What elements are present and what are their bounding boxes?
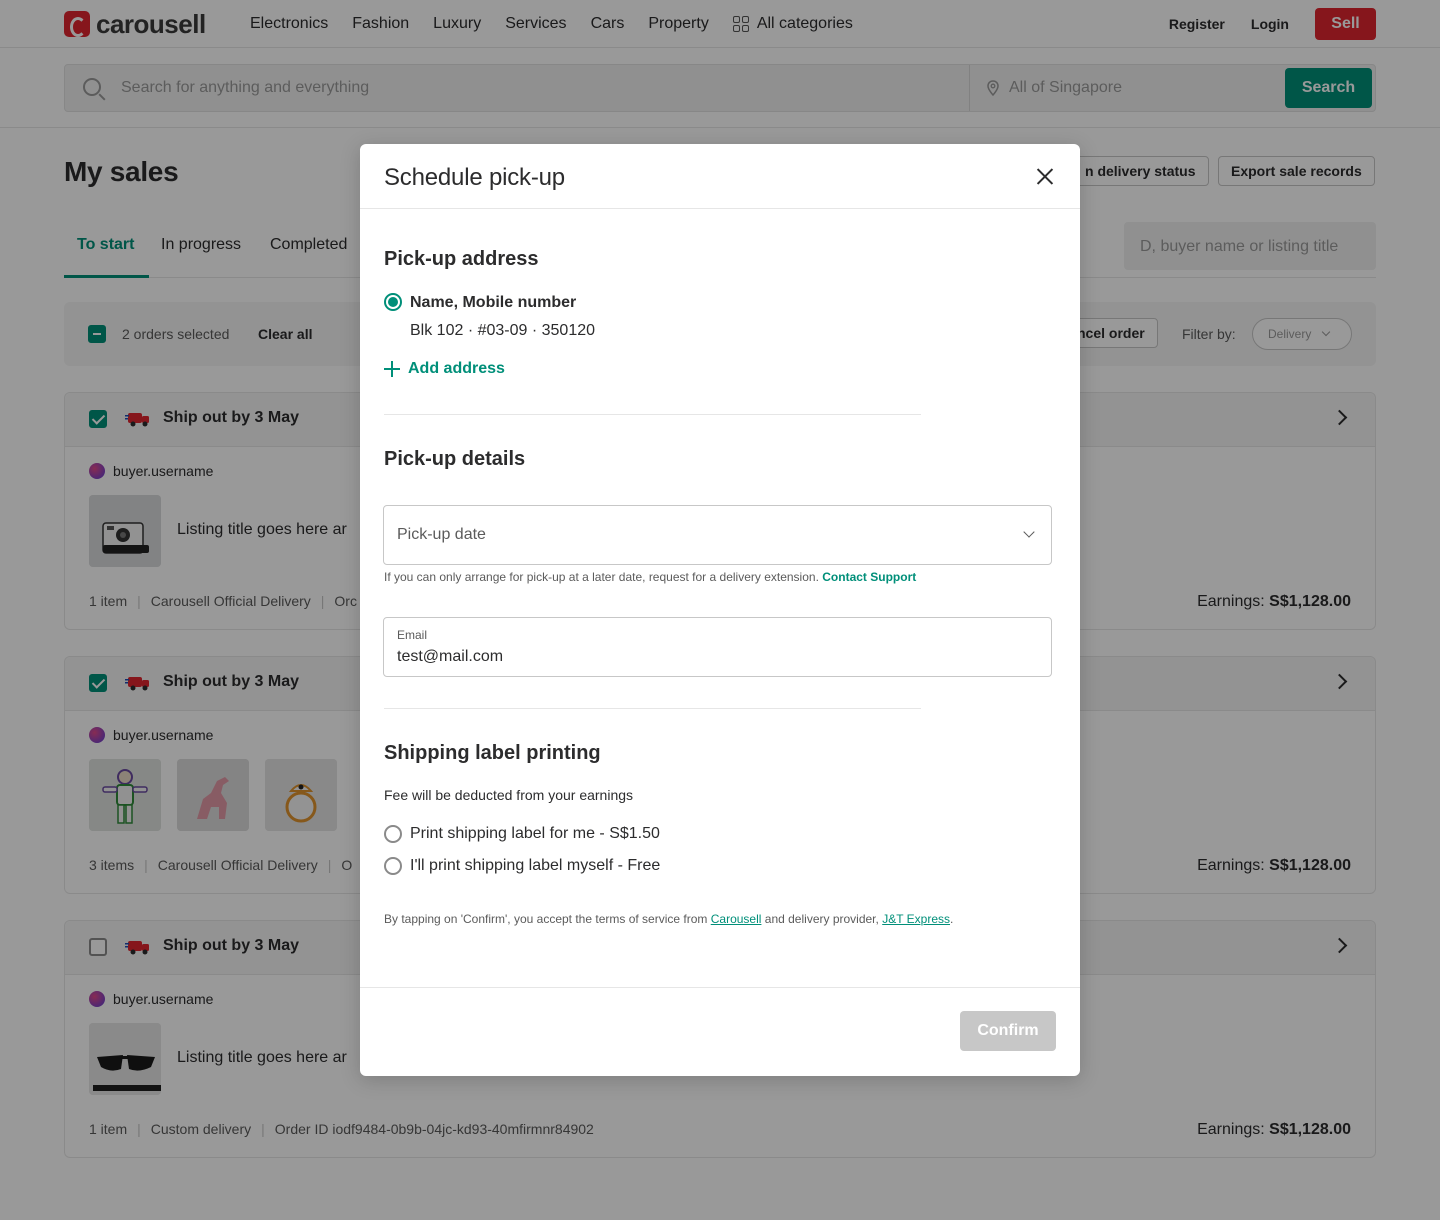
email-label: Email [397,628,428,642]
section-divider [384,708,921,709]
modal-title: Schedule pick-up [384,164,565,191]
print-for-me-label[interactable]: Print shipping label for me - S$1.50 [410,825,660,843]
terms-text: By tapping on 'Confirm', you accept the … [384,912,954,926]
schedule-pickup-modal: Schedule pick-up Pick-up address Name, M… [360,144,1080,1076]
shipping-label-heading: Shipping label printing [384,742,601,764]
provider-terms-link[interactable]: J&T Express [882,912,950,926]
modal-header: Schedule pick-up [360,144,1080,209]
carousell-terms-link[interactable]: Carousell [711,912,762,926]
pickup-date-placeholder: Pick-up date [397,526,486,543]
fee-note: Fee will be deducted from your earnings [384,787,634,803]
section-divider [384,414,921,415]
contact-support-link[interactable]: Contact Support [822,570,916,584]
pickup-date-select[interactable]: Pick-up date [383,505,1052,565]
pickup-helper-text: If you can only arrange for pick-up at a… [384,570,917,584]
print-myself-radio[interactable] [384,857,402,875]
address-radio[interactable] [384,293,402,311]
address-line: Blk 102 · #03-09 · 350120 [410,322,596,339]
chevron-down-icon [1023,526,1035,538]
email-field[interactable]: Email test@mail.com [383,617,1052,677]
print-myself-label[interactable]: I'll print shipping label myself - Free [410,857,660,875]
print-for-me-radio[interactable] [384,825,402,843]
add-address-button[interactable]: Add address [384,360,505,378]
pickup-details-heading: Pick-up details [384,448,526,470]
address-name: Name, Mobile number [410,294,577,311]
modal-footer: Confirm [360,987,1080,1076]
plus-icon [384,361,400,377]
close-icon[interactable] [1036,167,1054,185]
confirm-button[interactable]: Confirm [960,1011,1056,1051]
add-address-label: Add address [408,360,505,377]
email-value[interactable]: test@mail.com [397,648,503,666]
pickup-address-heading: Pick-up address [384,248,539,270]
